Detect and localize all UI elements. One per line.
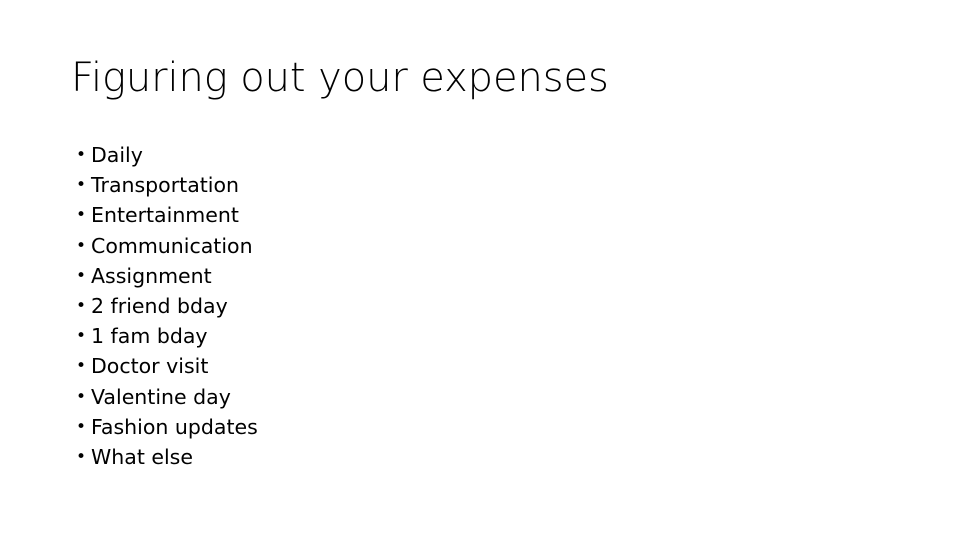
list-item-label: Transportation bbox=[91, 173, 240, 198]
list-item: • Valentine day bbox=[71, 382, 771, 412]
bullet-point-icon: • bbox=[76, 326, 87, 347]
list-item: • Daily bbox=[71, 140, 771, 170]
list-item: • Doctor visit bbox=[71, 351, 771, 381]
bullet-point-icon: • bbox=[76, 446, 87, 467]
bullet-point-icon: • bbox=[76, 265, 87, 286]
list-item: • 1 fam bday bbox=[71, 321, 771, 351]
bullet-point-icon: • bbox=[76, 295, 87, 316]
bullet-point-icon: • bbox=[76, 356, 87, 377]
bullet-point-icon: • bbox=[76, 145, 87, 165]
list-item: • Fashion updates bbox=[71, 412, 771, 442]
bullet-point-icon: • bbox=[76, 416, 87, 437]
list-item-label: Fashion updates bbox=[91, 414, 258, 439]
list-item: • Assignment bbox=[71, 261, 771, 291]
list-item-label: 2 friend bday bbox=[91, 293, 228, 318]
list-item: • 2 friend bday bbox=[71, 291, 771, 321]
list-item-label: What else bbox=[91, 444, 193, 469]
list-item-label: Valentine day bbox=[91, 384, 231, 409]
list-item: • Entertainment bbox=[71, 200, 771, 230]
expense-bullet-list: • Daily • Transportation • Entertainment… bbox=[71, 140, 771, 472]
presentation-slide: Figuring out your expenses • Daily • Tra… bbox=[0, 0, 960, 540]
bullet-point-icon: • bbox=[76, 175, 87, 196]
list-item-label: 1 fam bday bbox=[91, 324, 208, 349]
bullet-point-icon: • bbox=[76, 235, 87, 256]
list-item: • Transportation bbox=[71, 170, 771, 200]
list-item: • What else bbox=[71, 442, 771, 472]
list-item: • Communication bbox=[71, 231, 771, 261]
list-item-label: Doctor visit bbox=[91, 354, 209, 379]
bullet-point-icon: • bbox=[76, 386, 87, 407]
bullet-point-icon: • bbox=[76, 205, 87, 226]
list-item-label: Daily bbox=[91, 143, 143, 167]
list-item-label: Entertainment bbox=[91, 203, 239, 228]
list-item-label: Assignment bbox=[91, 263, 212, 288]
slide-title: Figuring out your expenses bbox=[71, 55, 609, 101]
list-item-label: Communication bbox=[91, 233, 253, 258]
